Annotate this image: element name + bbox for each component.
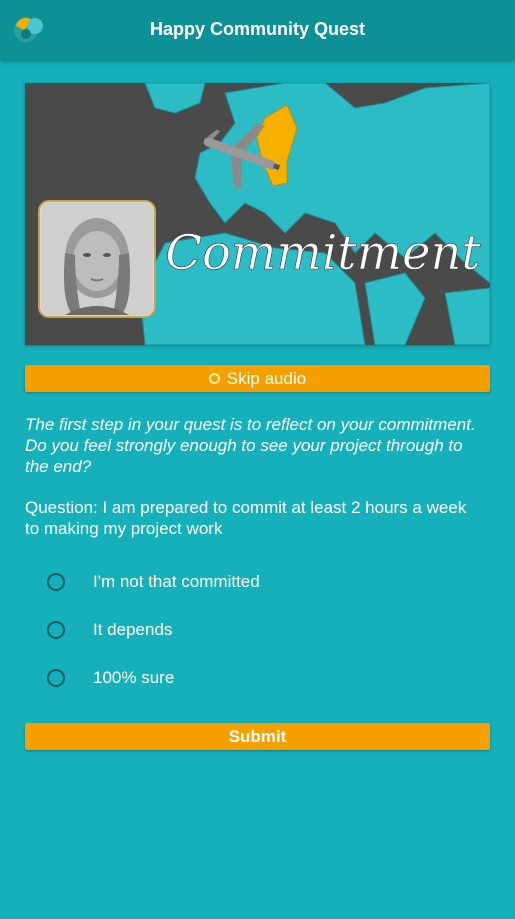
skip-audio-label: Skip audio	[226, 368, 307, 388]
question-text: Question: I am prepared to commit at lea…	[25, 498, 467, 538]
radio-button[interactable]	[47, 573, 65, 591]
submit-button[interactable]: Submit	[25, 723, 490, 750]
option-label: 100% sure	[93, 668, 175, 687]
app-bar: Happy Community Quest	[0, 0, 515, 60]
app-title: Happy Community Quest	[149, 19, 366, 39]
commitment-banner-image: Commitment	[25, 83, 490, 345]
option-label: It depends	[93, 620, 173, 639]
option-not-committed[interactable]: I'm not that committed	[47, 570, 260, 594]
portrait-image	[38, 200, 156, 318]
radio-button[interactable]	[47, 669, 65, 687]
option-label: I'm not that committed	[93, 572, 260, 591]
option-100-sure[interactable]: 100% sure	[47, 666, 174, 690]
quest-intro-text: The first step in your quest is to refle…	[25, 415, 476, 476]
radio-button[interactable]	[47, 621, 65, 639]
banner-caption: Commitment	[165, 225, 481, 281]
audio-ring-icon	[208, 373, 220, 384]
skip-audio-button[interactable]: Skip audio	[25, 365, 490, 392]
option-it-depends[interactable]: It depends	[47, 618, 172, 642]
